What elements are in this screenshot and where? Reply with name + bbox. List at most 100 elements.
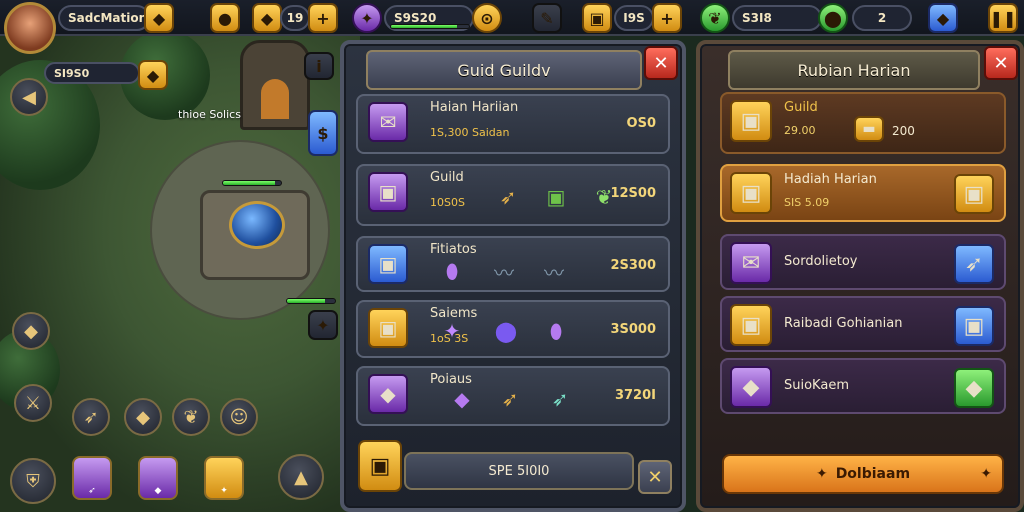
arrow-item-icon: ➶ <box>551 387 569 411</box>
crate-icon: ▣ <box>368 308 408 348</box>
player-name: SadcMation <box>68 11 148 25</box>
reward-row[interactable]: ◆ SuioKaem ◆ <box>720 358 1006 414</box>
info-icon[interactable]: i <box>304 52 334 80</box>
coin-icon[interactable]: ● <box>210 3 240 33</box>
resource-1-pill: 19 <box>280 5 310 31</box>
reward-row[interactable]: ▣ Raibadi Gohianian ▣ <box>720 296 1006 352</box>
reward-row[interactable]: ✉ Sordolietoy ➶ <box>720 234 1006 290</box>
gift-box-icon: ▣ <box>730 172 772 214</box>
guild-row[interactable]: ▣ Fitiatos ⬮ 〰 〰 2S300 <box>356 236 670 292</box>
close-icon: ✕ <box>647 466 663 488</box>
inventory-slot-1[interactable]: ➶ <box>72 456 112 500</box>
ghost-icon: 〰 <box>544 260 564 285</box>
spark-icon: ✦ <box>443 319 461 343</box>
npc-health-bar <box>222 180 282 186</box>
treasure-icon: ▣ <box>546 185 566 209</box>
guild-row[interactable]: ✉ Haian Hariian 1S,300 Saidan OS0 <box>356 94 670 154</box>
guild-panel: Guid Guildv ✕ ✉ Haian Hariian 1S,300 Sai… <box>340 40 686 512</box>
reward-row-sub: SIS 5.09 <box>784 196 830 209</box>
arrow-item-icon: ➶ <box>499 185 517 209</box>
resource-3-pill: I9S <box>614 5 654 31</box>
player-tag: SI9S0 <box>44 62 140 84</box>
resource-4-pill: S3I8 <box>732 5 822 31</box>
direction-arrow-icon[interactable]: ▲ <box>278 454 324 500</box>
player-tag-value: SI9S0 <box>54 66 90 80</box>
player-avatar[interactable] <box>4 2 56 54</box>
sparkle-icon: ✦ <box>980 466 992 482</box>
cube-icon: ▣ <box>368 244 408 284</box>
diamond-icon[interactable]: ◆ <box>928 3 958 33</box>
guild-row-title: Guild <box>430 170 464 185</box>
claim-button-label: Dolbiaam <box>835 466 911 482</box>
add-resource-button[interactable]: + <box>308 3 338 33</box>
reward-row[interactable]: ▣ Guild 29.00 ▬ 200 <box>720 92 1006 154</box>
gold-coin-icon[interactable]: ◆ <box>144 3 174 33</box>
reward-row-title: SuioKaem <box>784 378 849 393</box>
reward-close-button[interactable]: ✕ <box>984 46 1018 80</box>
potion-icon: ⬤ <box>494 319 518 343</box>
sword-icon[interactable]: ⚔ <box>14 384 52 422</box>
resource-5-value: 2 <box>877 11 887 25</box>
guild-row-price: 12S00 <box>610 186 656 201</box>
treasure-chest-icon[interactable]: ▣ <box>358 440 402 492</box>
guild-row[interactable]: ▣ Guild 10S0S ➶ ▣ ❦ 12S00 <box>356 164 670 226</box>
sword-item-icon: ➶ <box>954 244 994 284</box>
gem-icon: ◆ <box>252 3 282 33</box>
inventory-slot-2[interactable]: ◆ <box>138 456 178 500</box>
guild-footer-close-button[interactable]: ✕ <box>638 460 672 494</box>
emerald-icon: ◆ <box>954 368 994 408</box>
guild-row[interactable]: ▣ Saiems 1oS 3S ✦ ⬤ ⬮ 3S000 <box>356 300 670 358</box>
leaf-icon: ❦ <box>700 3 730 33</box>
quest-marker-icon[interactable]: $ <box>308 110 338 156</box>
resource-3-value: I9S <box>623 11 645 25</box>
guild-purchase-bar[interactable]: SPE 5I0I0 <box>404 452 634 490</box>
quest-icon[interactable]: ✎ <box>532 3 562 33</box>
resource-4-value: S3I8 <box>742 11 772 25</box>
guild-panel-title: Guid Guildv <box>366 50 642 90</box>
resource-2-value: S9S20 <box>394 11 437 25</box>
gift-box-icon: ▣ <box>730 304 772 346</box>
reward-panel-title: Rubian Harian <box>728 50 980 90</box>
guild-row-price: 2S300 <box>610 258 656 273</box>
scroll-icon: ✉ <box>730 242 772 284</box>
emerald-icon: ⬤ <box>818 3 848 33</box>
reward-row-title: Raibadi Gohianian <box>784 316 903 331</box>
inventory-slot-3[interactable]: ✦ <box>204 456 244 500</box>
lantern-icon[interactable]: ✦ <box>308 310 338 340</box>
reward-row-title: Hadiah Harian <box>784 172 877 187</box>
rune-icon[interactable]: ⊙ <box>472 3 502 33</box>
game-screen: thioe Solics SadcMation ◆ ● ◆ 19 + ✦ S9S… <box>0 0 1024 512</box>
crystal-skill-icon[interactable]: ◆ <box>124 398 162 436</box>
back-arrow-icon[interactable]: ◀ <box>10 78 48 116</box>
pause-icon[interactable]: ❚❚ <box>988 3 1018 33</box>
player-name-pill: SadcMation <box>58 5 150 31</box>
claim-button[interactable]: ✦ Dolbiaam ✦ <box>722 454 1004 494</box>
treasure-icon: ▣ <box>730 100 772 142</box>
close-icon: ✕ <box>653 52 669 74</box>
hut-building[interactable] <box>240 40 310 130</box>
reward-row[interactable]: ▣ Hadiah Harian SIS 5.09 ▣ <box>720 164 1006 222</box>
resource-5-pill: 2 <box>852 5 912 31</box>
character-skill-icon[interactable]: ☺ <box>220 398 258 436</box>
gold-bar-icon: ▬ <box>854 116 884 142</box>
reward-row-sub: 29.00 <box>784 124 816 137</box>
guild-row[interactable]: ◆ Poiaus ◆ ➶ ➶ 3720I <box>356 366 670 426</box>
guild-row-price: 3S000 <box>610 322 656 337</box>
capsule-item-icon: ⬮ <box>549 319 563 343</box>
reward-row-extra: 200 <box>892 124 915 138</box>
shield-icon[interactable]: ◆ <box>12 312 50 350</box>
scroll-icon: ✉ <box>368 102 408 142</box>
tower-building[interactable] <box>200 190 310 280</box>
guild-close-button[interactable]: ✕ <box>644 46 678 80</box>
helmet-icon[interactable]: ⛨ <box>10 458 56 504</box>
chest-icon[interactable]: ▣ <box>582 3 612 33</box>
reward-row-title: Guild <box>784 100 818 115</box>
add-resource-button[interactable]: + <box>652 3 682 33</box>
arrow-skill-icon[interactable]: ➶ <box>72 398 110 436</box>
leaf-skill-icon[interactable]: ❦ <box>172 398 210 436</box>
badge-icon[interactable]: ◆ <box>138 60 168 90</box>
close-icon: ✕ <box>993 52 1009 74</box>
npc-health-bar <box>286 298 336 304</box>
crystal-icon: ✦ <box>352 3 382 33</box>
npc-label: thioe Solics <box>178 108 241 121</box>
